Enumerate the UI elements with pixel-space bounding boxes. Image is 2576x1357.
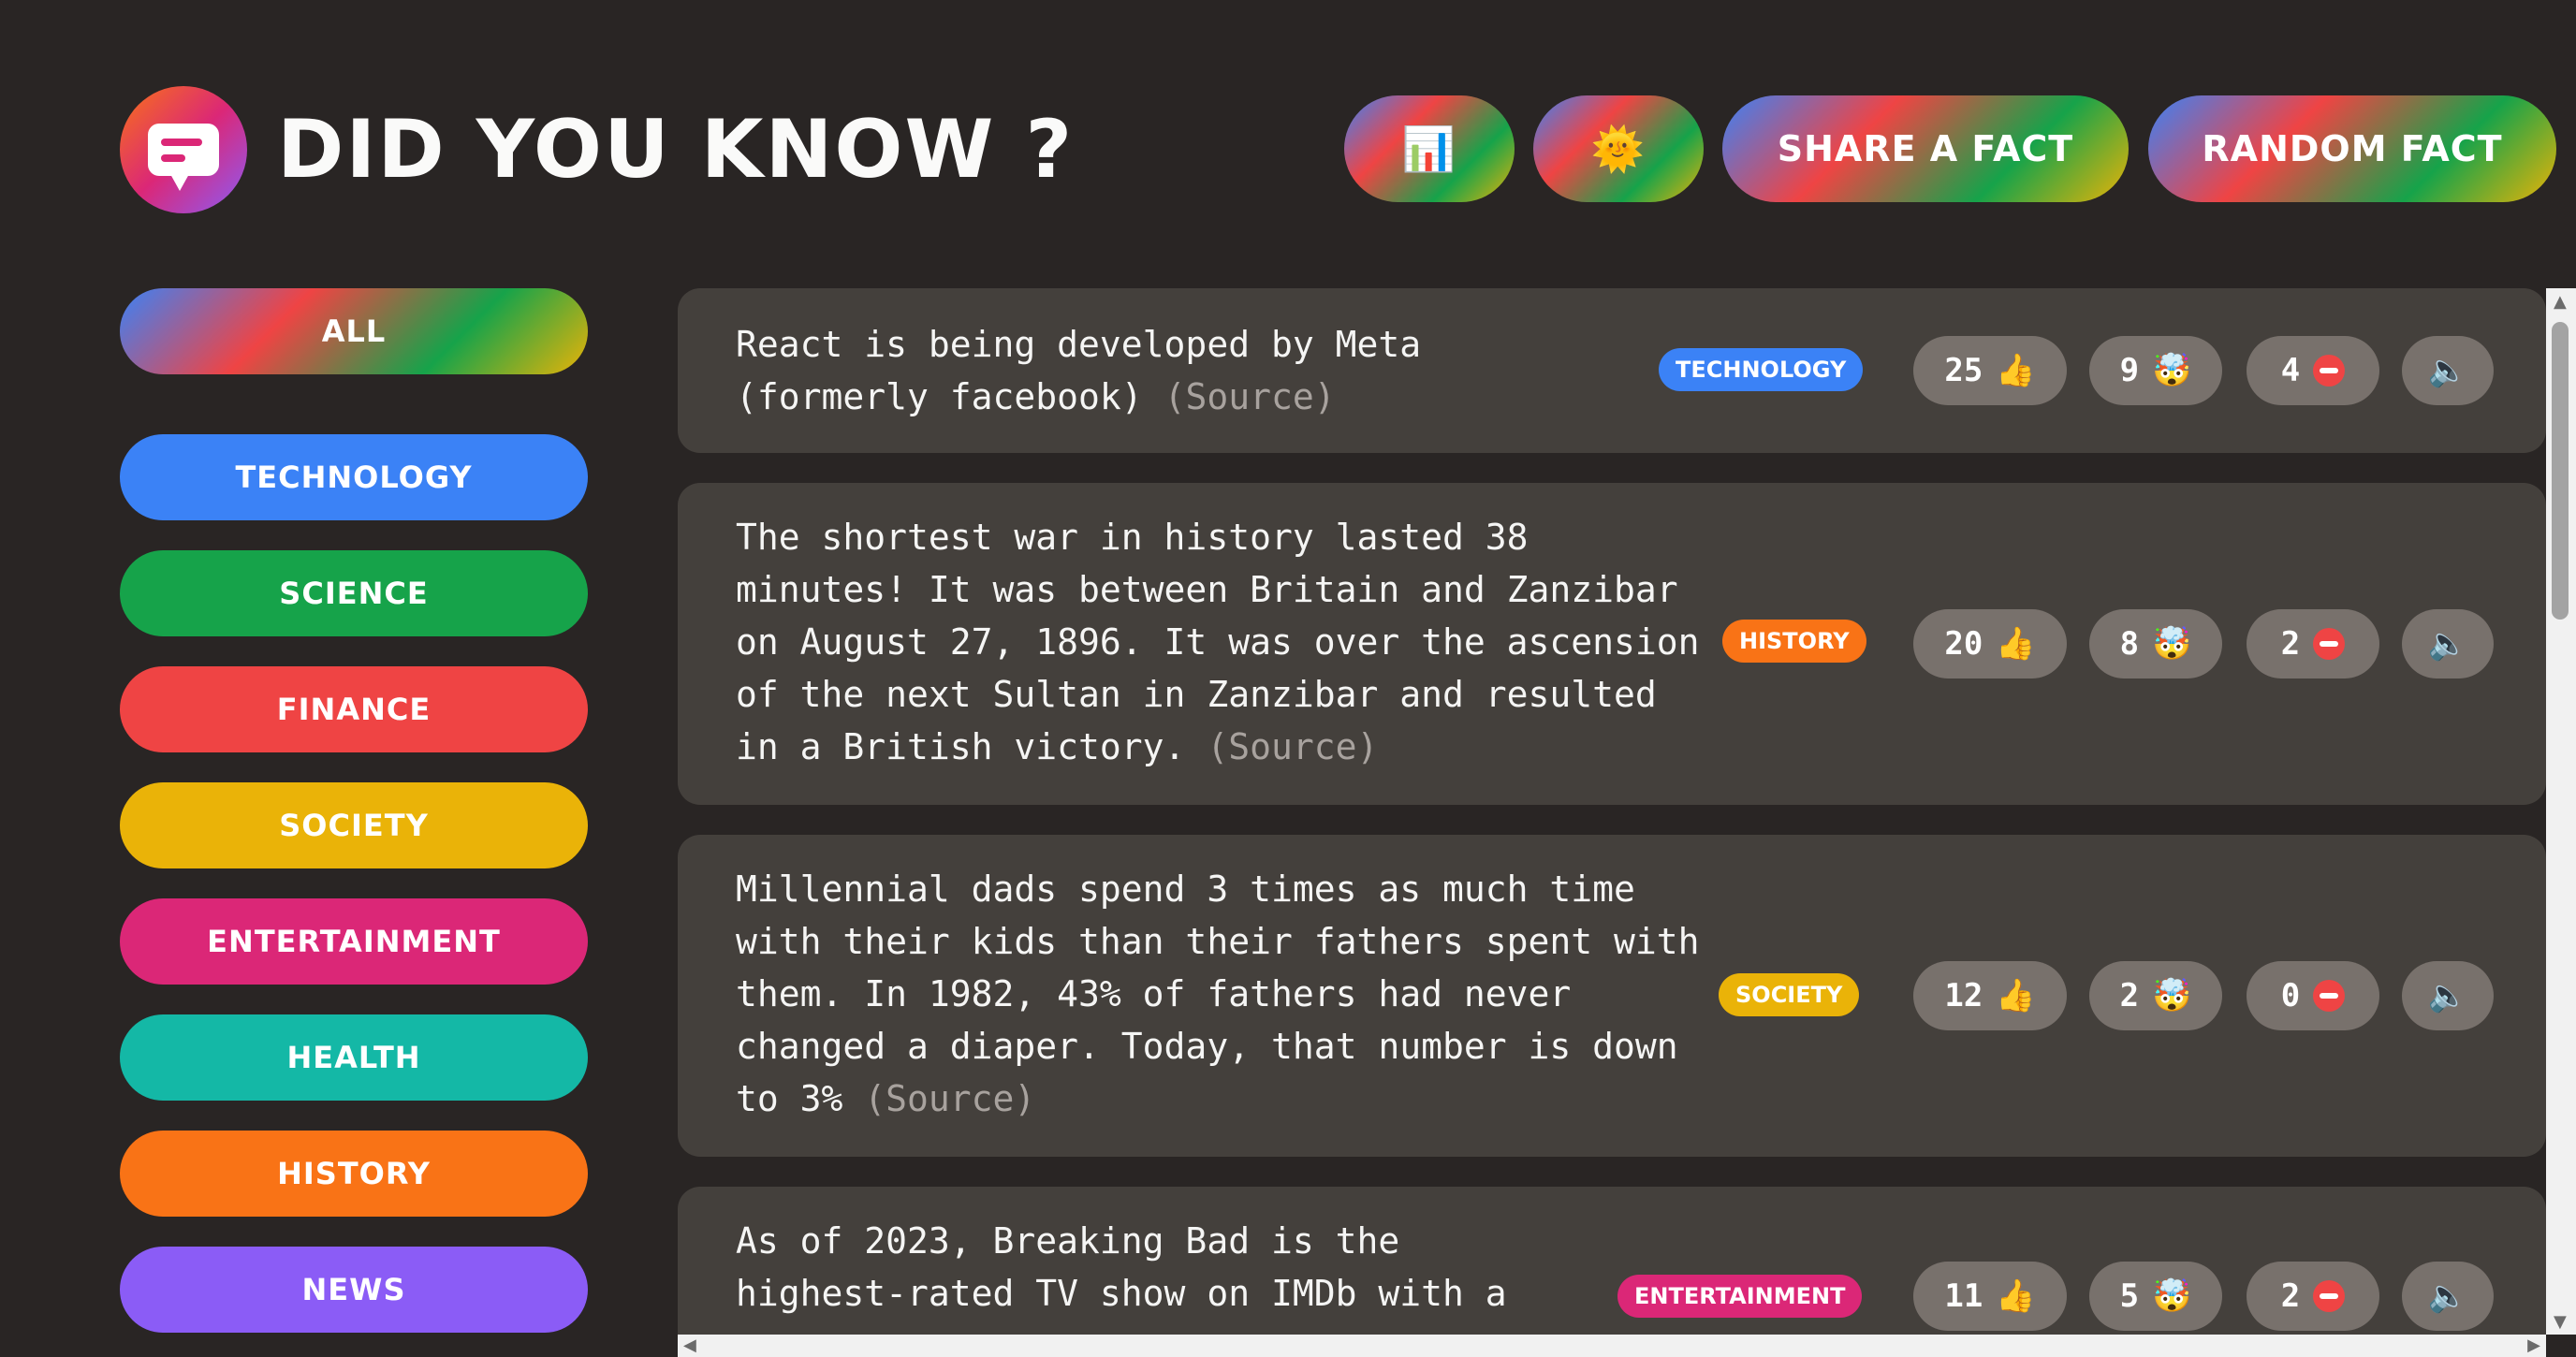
false-count: 2 <box>2280 1277 2301 1315</box>
stats-button[interactable]: 📊 <box>1344 95 1515 202</box>
interesting-count: 25 <box>1944 352 1983 389</box>
facts-list[interactable]: React is being developed by Meta (former… <box>678 288 2546 1335</box>
mindblowing-count: 2 <box>2119 977 2140 1014</box>
category-tag: SOCIETY <box>1719 973 1860 1016</box>
fact-card: As of 2023, Breaking Bad is the highest-… <box>678 1187 2546 1335</box>
exploding-head-icon: 🤯 <box>2152 625 2192 663</box>
source-link[interactable]: (Source) <box>1164 376 1336 417</box>
false-vote-button[interactable]: 2 <box>2247 609 2379 678</box>
bar-chart-icon: 📊 <box>1401 123 1457 174</box>
exploding-head-icon: 🤯 <box>2152 352 2192 389</box>
category-finance[interactable]: FINANCE <box>120 666 588 752</box>
app-title: DID YOU KNOW ? <box>277 103 1075 197</box>
fact-card: Millennial dads spend 3 times as much ti… <box>678 835 2546 1157</box>
chat-bubble-icon <box>148 124 219 191</box>
horizontal-scrollbar[interactable]: ◀ ▶ <box>678 1335 2546 1357</box>
mindblowing-vote-button[interactable]: 2 🤯 <box>2089 961 2222 1030</box>
interesting-count: 20 <box>1944 625 1983 663</box>
speaker-icon: 🔈 <box>2427 977 2468 1014</box>
minus-circle-icon <box>2313 628 2346 660</box>
false-count: 4 <box>2280 352 2301 389</box>
fact-text: Millennial dads spend 3 times as much ti… <box>736 863 1709 1125</box>
minus-circle-icon <box>2313 355 2346 387</box>
mindblowing-vote-button[interactable]: 8 🤯 <box>2089 609 2222 678</box>
mindblowing-vote-button[interactable]: 5 🤯 <box>2089 1262 2222 1331</box>
thumbs-up-icon: 👍 <box>1996 1277 2036 1315</box>
fact-card: React is being developed by Meta (former… <box>678 288 2546 453</box>
interesting-count: 12 <box>1944 977 1983 1014</box>
share-fact-button[interactable]: SHARE A FACT <box>1722 95 2129 202</box>
interesting-count: 11 <box>1944 1277 1983 1315</box>
false-count: 0 <box>2280 977 2301 1014</box>
false-vote-button[interactable]: 2 <box>2247 1262 2379 1331</box>
scroll-down-arrow-icon[interactable]: ▼ <box>2554 1314 2567 1331</box>
scroll-up-arrow-icon[interactable]: ▲ <box>2554 294 2567 311</box>
random-fact-button[interactable]: RANDOM FACT <box>2148 95 2556 202</box>
sun-icon: 🌞 <box>1590 123 1647 174</box>
interesting-vote-button[interactable]: 25 👍 <box>1913 336 2067 405</box>
category-tag: ENTERTAINMENT <box>1617 1275 1863 1318</box>
fact-card: The shortest war in history lasted 38 mi… <box>678 483 2546 805</box>
false-vote-button[interactable]: 4 <box>2247 336 2379 405</box>
thumbs-up-icon: 👍 <box>1996 977 2036 1014</box>
source-link[interactable]: (Source) <box>864 1078 1035 1119</box>
fact-body: As of 2023, Breaking Bad is the highest-… <box>736 1220 1507 1314</box>
fact-text: As of 2023, Breaking Bad is the highest-… <box>736 1215 1559 1320</box>
category-science[interactable]: SCIENCE <box>120 550 588 636</box>
interesting-vote-button[interactable]: 20 👍 <box>1913 609 2067 678</box>
interesting-vote-button[interactable]: 11 👍 <box>1913 1262 2067 1331</box>
speak-button[interactable]: 🔈 <box>2402 336 2494 405</box>
speaker-icon: 🔈 <box>2427 625 2468 663</box>
category-tag: TECHNOLOGY <box>1659 348 1864 391</box>
minus-circle-icon <box>2313 980 2346 1012</box>
fact-text: The shortest war in history lasted 38 mi… <box>736 511 1709 773</box>
scrollbar-thumb[interactable] <box>2552 322 2569 620</box>
speak-button[interactable]: 🔈 <box>2402 961 2494 1030</box>
interesting-vote-button[interactable]: 12 👍 <box>1913 961 2067 1030</box>
category-society[interactable]: SOCIETY <box>120 782 588 868</box>
scroll-right-arrow-icon[interactable]: ▶ <box>2527 1337 2540 1354</box>
mindblowing-count: 9 <box>2119 352 2140 389</box>
false-vote-button[interactable]: 0 <box>2247 961 2379 1030</box>
speak-button[interactable]: 🔈 <box>2402 609 2494 678</box>
speaker-icon: 🔈 <box>2427 352 2468 389</box>
category-all[interactable]: ALL <box>120 288 588 374</box>
vertical-scrollbar[interactable]: ▲ ▼ <box>2546 288 2576 1335</box>
theme-toggle-button[interactable]: 🌞 <box>1533 95 1704 202</box>
exploding-head-icon: 🤯 <box>2152 1277 2192 1315</box>
mindblowing-count: 8 <box>2119 625 2140 663</box>
false-count: 2 <box>2280 625 2301 663</box>
category-news[interactable]: NEWS <box>120 1247 588 1333</box>
thumbs-up-icon: 👍 <box>1996 352 2036 389</box>
thumbs-up-icon: 👍 <box>1996 625 2036 663</box>
minus-circle-icon <box>2313 1280 2346 1312</box>
mindblowing-vote-button[interactable]: 9 🤯 <box>2089 336 2222 405</box>
logo <box>120 86 247 213</box>
category-entertainment[interactable]: ENTERTAINMENT <box>120 898 588 985</box>
category-health[interactable]: HEALTH <box>120 1014 588 1101</box>
scroll-left-arrow-icon[interactable]: ◀ <box>683 1337 696 1354</box>
category-technology[interactable]: TECHNOLOGY <box>120 434 588 520</box>
category-tag: HISTORY <box>1722 620 1866 663</box>
fact-text: React is being developed by Meta (former… <box>736 318 1428 423</box>
mindblowing-count: 5 <box>2119 1277 2140 1315</box>
category-history[interactable]: HISTORY <box>120 1131 588 1217</box>
source-link[interactable]: (Source) <box>1207 726 1378 767</box>
speaker-icon: 🔈 <box>2427 1277 2468 1315</box>
exploding-head-icon: 🤯 <box>2152 977 2192 1014</box>
speak-button[interactable]: 🔈 <box>2402 1262 2494 1331</box>
